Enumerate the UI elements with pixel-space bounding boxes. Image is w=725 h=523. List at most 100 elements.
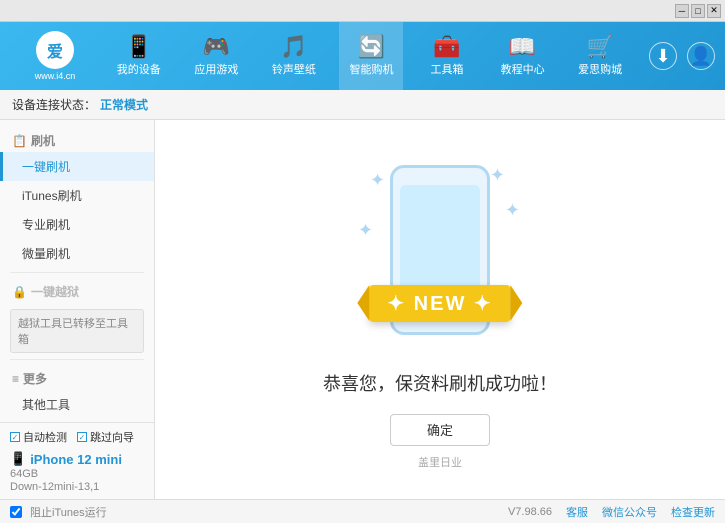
minimize-button[interactable]: ─ <box>675 4 689 18</box>
version-label: V7.98.66 <box>508 506 552 518</box>
bottom-left: 阻止iTunes运行 <box>10 504 107 520</box>
device-panel: ✓ 自动检测 ✓ 跳过向导 📱 iPhone 12 mini 64GB Down… <box>0 422 155 499</box>
nav-item-app-games[interactable]: 🎮 应用游戏 <box>184 22 248 90</box>
title-bar: ─ □ ✕ <box>0 0 725 22</box>
user-nav-button[interactable]: 👤 <box>687 42 715 70</box>
ribbon-star-right: ✦ <box>474 293 493 315</box>
nav-label-tutorial: 教程中心 <box>501 61 545 77</box>
jailbreak-info-text: 越狱工具已转移至工具箱 <box>18 318 128 346</box>
bottom-right: V7.98.66 客服 微信公众号 检查更新 <box>508 504 715 520</box>
device-firmware: Down-12mini-13,1 <box>10 481 144 493</box>
device-phone-icon: 📱 <box>10 451 26 467</box>
download-nav-button[interactable]: ⬇ <box>649 42 677 70</box>
check-update-link[interactable]: 检查更新 <box>671 504 715 520</box>
checkbox-auto-detect[interactable]: ✓ 自动检测 <box>10 429 67 445</box>
more-group-icon: ≡ <box>12 372 19 386</box>
nav-label-app-games: 应用游戏 <box>194 61 238 77</box>
divider-2 <box>10 359 144 360</box>
more-group-label: 更多 <box>23 370 47 387</box>
sidebar-wrapper: 📋 刷机 一键刷机 iTunes刷机 专业刷机 微量刷机 🔒 一键越狱 <box>0 120 155 499</box>
sidebar-item-one-click-flash[interactable]: 一键刷机 <box>0 152 154 181</box>
content-area: 📋 刷机 一键刷机 iTunes刷机 专业刷机 微量刷机 🔒 一键越狱 <box>0 120 725 499</box>
sparkle-3: ✦ <box>505 200 520 221</box>
sidebar-item-pro-flash[interactable]: 专业刷机 <box>0 210 154 239</box>
other-tools-label: 其他工具 <box>22 398 70 412</box>
nav-icon-smart-shop: 🔄 <box>358 36 385 58</box>
wechat-link[interactable]: 微信公众号 <box>602 504 657 520</box>
itunes-flash-label: iTunes刷机 <box>22 189 82 203</box>
nav-item-tutorial[interactable]: 📖 教程中心 <box>491 22 555 90</box>
one-click-flash-label: 一键刷机 <box>22 160 70 174</box>
nav-right-buttons: ⬇ 👤 <box>649 42 715 70</box>
close-button[interactable]: ✕ <box>707 4 721 18</box>
device-name-text: iPhone 12 mini <box>30 452 122 467</box>
nav-icon-toolbox: 🧰 <box>433 36 460 58</box>
checkbox-skip-wizard[interactable]: ✓ 跳过向导 <box>77 429 134 445</box>
ribbon-star-left: ✦ <box>387 293 406 315</box>
sparkle-1: ✦ <box>370 170 385 191</box>
nav-icon-app-games: 🎮 <box>203 36 230 58</box>
jailbreak-lock-icon: 🔒 <box>12 285 27 299</box>
flash-group-icon: 📋 <box>12 134 27 148</box>
nav-label-smart-shop: 智能购机 <box>349 61 393 77</box>
nav-icon-tutorial: 📖 <box>509 36 536 58</box>
customer-service-link[interactable]: 客服 <box>566 504 588 520</box>
main-content: ✦ ✦ ✦ ✦ ✦ NEW ✦ 恭喜您，保资料刷机成功啦！ 确定 盖里日业 <box>155 120 725 499</box>
logo-area: 爱 www.i4.cn <box>10 31 100 81</box>
bottom-bar: 阻止iTunes运行 V7.98.66 客服 微信公众号 检查更新 <box>0 499 725 523</box>
nav-icon-shop: 🛒 <box>586 36 613 58</box>
success-illustration: ✦ ✦ ✦ ✦ ✦ NEW ✦ <box>340 150 540 350</box>
sidebar-group-flash: 📋 刷机 <box>0 126 154 152</box>
device-info: 📱 iPhone 12 mini 64GB Down-12mini-13,1 <box>10 451 144 493</box>
ribbon-text: NEW <box>414 293 467 315</box>
device-storage: 64GB <box>10 468 144 480</box>
sidebar-group-jailbreak: 🔒 一键越狱 <box>0 277 154 303</box>
skip-wizard-checkbox[interactable]: ✓ <box>77 432 87 442</box>
auto-detect-label: 自动检测 <box>23 429 67 445</box>
jailbreak-info-box: 越狱工具已转移至工具箱 <box>10 309 144 353</box>
auto-detect-checkbox[interactable]: ✓ <box>10 432 20 442</box>
sparkle-2: ✦ <box>490 165 505 186</box>
status-bar: 设备连接状态： 正常模式 <box>0 90 725 120</box>
status-value: 正常模式 <box>100 96 148 113</box>
maximize-button[interactable]: □ <box>691 4 705 18</box>
block-itunes-checkbox[interactable] <box>10 506 22 518</box>
success-text: 恭喜您，保资料刷机成功啦！ <box>323 370 557 396</box>
nav-item-toolbox[interactable]: 🧰 工具箱 <box>417 22 477 90</box>
logo-circle: 爱 <box>36 31 74 69</box>
nav-items: 📱 我的设备 🎮 应用游戏 🎵 铃声壁纸 🔄 智能购机 🧰 工具箱 📖 教程中心… <box>100 22 639 90</box>
nav-label-ringtones: 铃声壁纸 <box>272 61 316 77</box>
sidebar-item-itunes-flash[interactable]: iTunes刷机 <box>0 181 154 210</box>
nav-label-my-device: 我的设备 <box>117 61 161 77</box>
nav-item-shop[interactable]: 🛒 爱思购城 <box>568 22 632 90</box>
nav-icon-my-device: 📱 <box>125 36 152 58</box>
skip-wizard-label: 跳过向导 <box>90 429 134 445</box>
device-name: 📱 iPhone 12 mini <box>10 451 144 467</box>
divider-1 <box>10 272 144 273</box>
flash-group-label: 刷机 <box>31 132 55 149</box>
sparkle-4: ✦ <box>358 220 373 241</box>
logo-icon: 爱 <box>47 38 63 62</box>
jailbreak-group-label: 一键越狱 <box>31 283 79 300</box>
logo-subtitle: www.i4.cn <box>35 71 76 81</box>
nav-header: 爱 www.i4.cn 📱 我的设备 🎮 应用游戏 🎵 铃声壁纸 🔄 智能购机 … <box>0 22 725 90</box>
sidebar: 📋 刷机 一键刷机 iTunes刷机 专业刷机 微量刷机 🔒 一键越狱 <box>0 120 155 422</box>
nav-item-ringtones[interactable]: 🎵 铃声壁纸 <box>262 22 326 90</box>
nav-item-my-device[interactable]: 📱 我的设备 <box>107 22 171 90</box>
status-label: 设备连接状态： <box>12 96 96 113</box>
nav-item-smart-shop[interactable]: 🔄 智能购机 <box>339 22 403 90</box>
days-counter: 盖里日业 <box>418 454 462 470</box>
micro-flash-label: 微量刷机 <box>22 247 70 261</box>
sidebar-group-more: ≡ 更多 <box>0 364 154 390</box>
pro-flash-label: 专业刷机 <box>22 218 70 232</box>
nav-icon-ringtones: 🎵 <box>280 36 307 58</box>
window-controls: ─ □ ✕ <box>675 4 721 18</box>
sidebar-item-micro-flash[interactable]: 微量刷机 <box>0 239 154 268</box>
device-checkboxes: ✓ 自动检测 ✓ 跳过向导 <box>10 429 144 445</box>
nav-label-shop: 爱思购城 <box>578 61 622 77</box>
nav-label-toolbox: 工具箱 <box>431 61 464 77</box>
confirm-button[interactable]: 确定 <box>390 414 490 446</box>
block-itunes-label: 阻止iTunes运行 <box>30 504 107 520</box>
sidebar-item-other-tools[interactable]: 其他工具 <box>0 390 154 419</box>
new-ribbon: ✦ NEW ✦ <box>369 285 510 322</box>
